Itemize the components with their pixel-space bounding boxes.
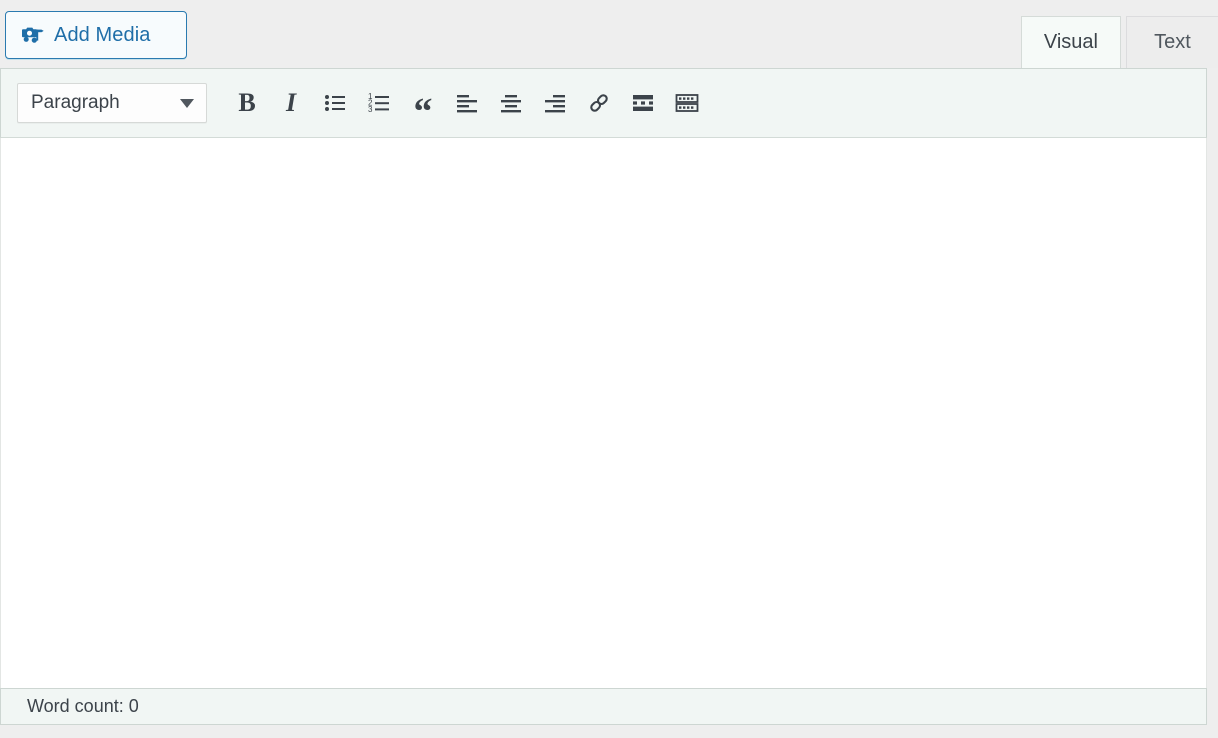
- chevron-down-icon: [180, 98, 194, 108]
- editor-mode-tabs: Visual Text: [1020, 0, 1218, 68]
- italic-button[interactable]: I: [269, 81, 313, 125]
- editor-toolbar: Paragraph B I 1 2 3 “: [0, 68, 1207, 138]
- add-media-label: Add Media: [54, 24, 151, 46]
- bold-icon: B: [238, 88, 256, 117]
- tab-text-label: Text: [1154, 31, 1191, 53]
- tab-visual-label: Visual: [1043, 31, 1098, 53]
- editor-content-area[interactable]: [0, 138, 1207, 688]
- blockquote-button[interactable]: “: [401, 81, 445, 131]
- numbered-list-button[interactable]: 1 2 3: [357, 81, 401, 125]
- insert-link-button[interactable]: [577, 81, 621, 125]
- numbered-list-icon: 1 2 3: [367, 91, 391, 115]
- tab-text[interactable]: Text: [1126, 16, 1218, 68]
- editor-top-bar: Add Media Visual Text: [0, 0, 1218, 75]
- align-left-icon: [455, 91, 479, 115]
- align-right-button[interactable]: [533, 81, 577, 125]
- bulleted-list-button[interactable]: [313, 81, 357, 125]
- italic-icon: I: [285, 88, 297, 117]
- read-more-icon: [631, 91, 655, 115]
- format-select-value: Paragraph: [31, 92, 120, 113]
- align-left-button[interactable]: [445, 81, 489, 125]
- media-camera-music-icon: [22, 24, 44, 46]
- format-select[interactable]: Paragraph: [17, 83, 207, 123]
- insert-link-icon: [587, 91, 611, 115]
- toolbar-toggle-icon: [675, 91, 699, 115]
- bold-button[interactable]: B: [225, 81, 269, 125]
- read-more-button[interactable]: [621, 81, 665, 125]
- editor-status-bar: Word count: 0: [0, 688, 1207, 725]
- align-center-button[interactable]: [489, 81, 533, 125]
- word-count-label: Word count: 0: [27, 696, 139, 716]
- bulleted-list-icon: [323, 91, 347, 115]
- toolbar-toggle-button[interactable]: [665, 81, 709, 125]
- align-right-icon: [543, 91, 567, 115]
- align-center-icon: [499, 91, 523, 115]
- tab-visual[interactable]: Visual: [1020, 16, 1121, 68]
- add-media-button[interactable]: Add Media: [5, 11, 187, 59]
- svg-text:3: 3: [368, 105, 373, 114]
- editor-content-text[interactable]: [1, 138, 1206, 688]
